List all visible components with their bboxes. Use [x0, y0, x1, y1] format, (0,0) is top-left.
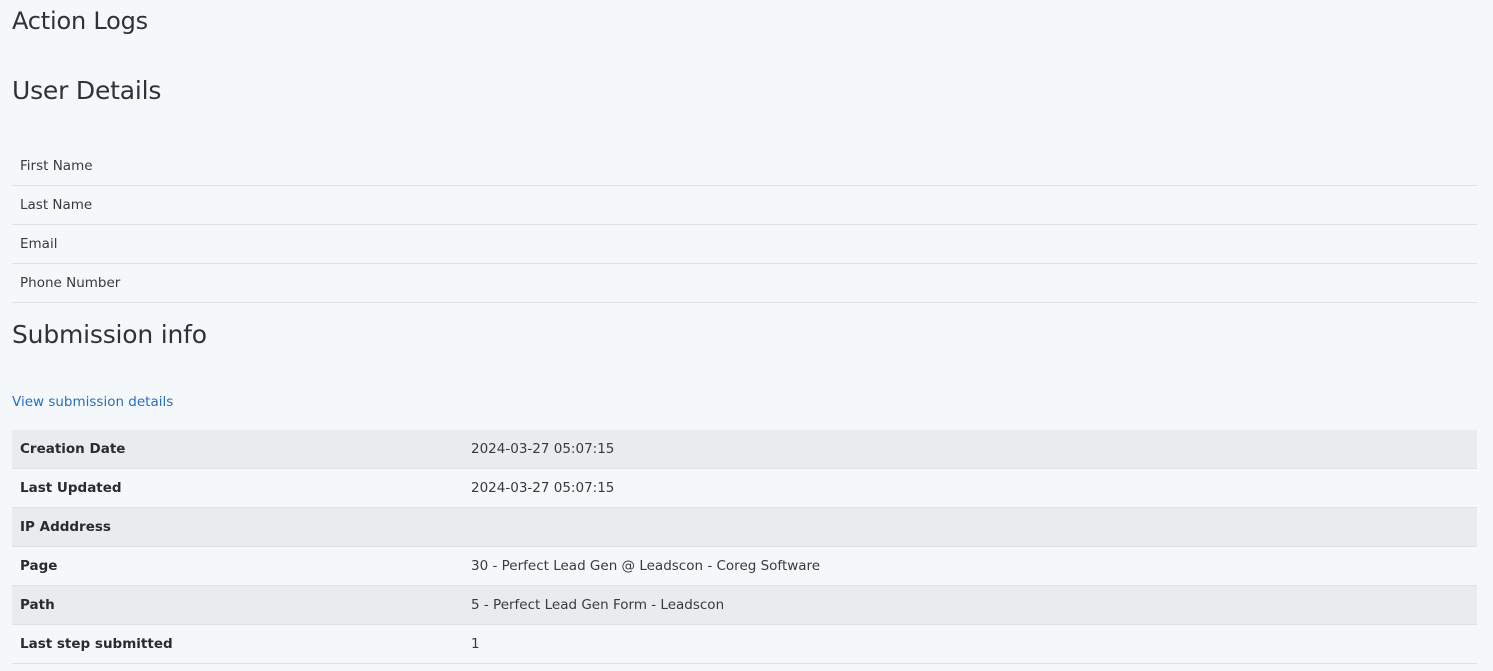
path-value: 5 - Perfect Lead Gen Form - Leadscon [471, 597, 725, 613]
user-row-first-name: First Name [12, 147, 1477, 186]
submission-info-heading: Submission info [12, 320, 207, 349]
phone-number-label: Phone Number [20, 275, 121, 291]
user-details-table: First Name Last Name Email Phone Number [12, 147, 1477, 303]
action-logs-page: Action Logs User Details First Name Last… [0, 0, 1493, 671]
table-row: Path 5 - Perfect Lead Gen Form - Leadsco… [12, 586, 1477, 625]
last-step-submitted-label: Last step submitted [20, 636, 173, 652]
last-updated-label: Last Updated [20, 480, 122, 496]
view-submission-details-link[interactable]: View submission details [12, 393, 173, 411]
ip-address-label: IP Adddress [20, 519, 111, 535]
email-label: Email [20, 236, 58, 252]
table-row: Page 30 - Perfect Lead Gen @ Leadscon - … [12, 547, 1477, 586]
last-updated-value: 2024-03-27 05:07:15 [471, 480, 615, 496]
last-step-submitted-value: 1 [471, 636, 480, 652]
page-title: Action Logs [12, 7, 148, 35]
table-row: Last Updated 2024-03-27 05:07:15 [12, 469, 1477, 508]
last-name-label: Last Name [20, 197, 93, 213]
table-row: Creation Date 2024-03-27 05:07:15 [12, 430, 1477, 469]
user-row-email: Email [12, 225, 1477, 264]
user-details-heading: User Details [12, 76, 162, 105]
table-row: IP Adddress [12, 508, 1477, 547]
page-label: Page [20, 558, 58, 574]
user-row-phone-number: Phone Number [12, 264, 1477, 303]
creation-date-label: Creation Date [20, 441, 126, 457]
creation-date-value: 2024-03-27 05:07:15 [471, 441, 615, 457]
page-value: 30 - Perfect Lead Gen @ Leadscon - Coreg… [471, 558, 821, 574]
first-name-label: First Name [20, 158, 93, 174]
path-label: Path [20, 597, 55, 613]
table-row: Last step submitted 1 [12, 625, 1477, 664]
user-row-last-name: Last Name [12, 186, 1477, 225]
submission-info-table: Creation Date 2024-03-27 05:07:15 Last U… [12, 430, 1477, 664]
